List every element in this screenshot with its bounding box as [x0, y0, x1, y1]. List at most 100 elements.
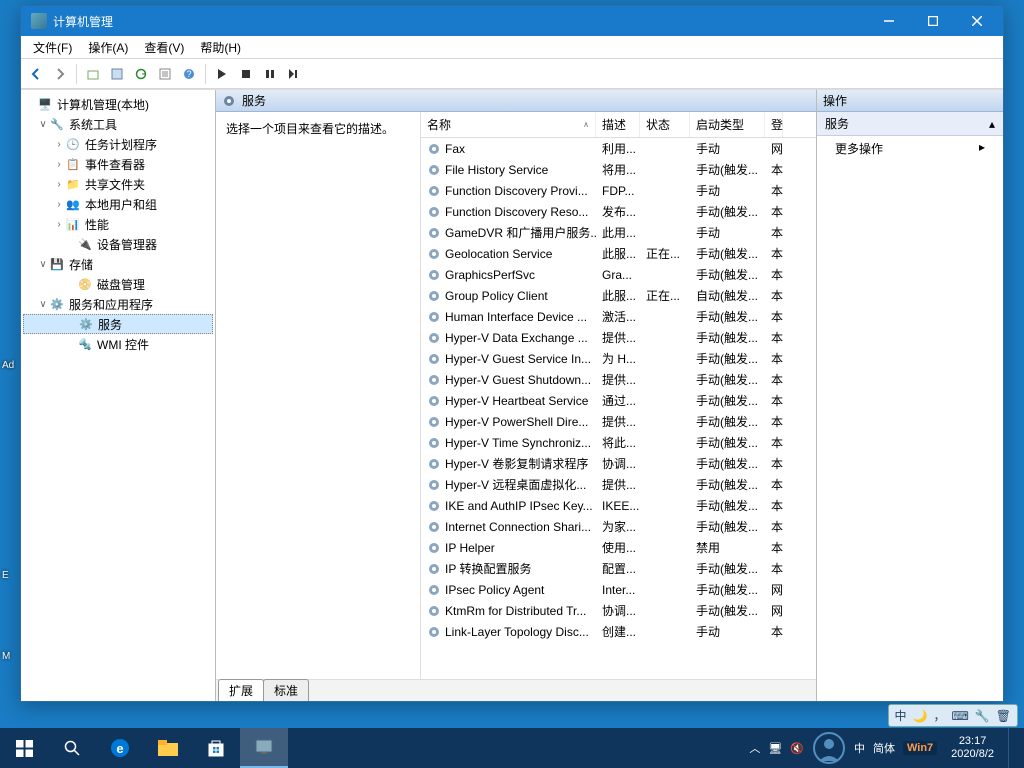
tree-system-tools[interactable]: ∨🔧系统工具 — [23, 114, 213, 134]
service-row[interactable]: Hyper-V 卷影复制请求程序协调...手动(触发...本 — [421, 453, 816, 474]
system-tray[interactable]: ︿ 🖥 🔇 中 简体 Win7 23:17 2020/8/2 — [739, 728, 1024, 768]
tree-task-scheduler[interactable]: ›🕒任务计划程序 — [23, 134, 213, 154]
col-name[interactable]: 名称∧ — [421, 112, 596, 137]
ime-settings-icon[interactable]: 🔧 — [975, 709, 990, 723]
tree-disk-mgmt[interactable]: 📀磁盘管理 — [23, 274, 213, 294]
ime-comma-icon[interactable]: ， — [933, 707, 945, 724]
col-logon[interactable]: 登 — [765, 112, 783, 137]
service-row[interactable]: Hyper-V Guest Service In...为 H...手动(触发..… — [421, 348, 816, 369]
tree-event-viewer[interactable]: ›📋事件查看器 — [23, 154, 213, 174]
service-row[interactable]: Function Discovery Provi...FDP...手动本 — [421, 180, 816, 201]
service-row[interactable]: Fax利用...手动网 — [421, 138, 816, 159]
cell-desc: 提供... — [596, 329, 640, 346]
tree-device-manager[interactable]: 🔌设备管理器 — [23, 234, 213, 254]
refresh-button[interactable] — [130, 63, 152, 85]
taskbar-store[interactable] — [192, 728, 240, 768]
tray-ime2[interactable]: 简体 — [873, 740, 895, 756]
cell-logon: 本 — [765, 392, 783, 409]
stop-service-button[interactable] — [235, 63, 257, 85]
services-list[interactable]: 名称∧ 描述 状态 启动类型 登 Fax利用...手动网File History… — [421, 112, 816, 679]
col-desc[interactable]: 描述 — [596, 112, 640, 137]
properties-button[interactable] — [106, 63, 128, 85]
tree-wmi[interactable]: 🔩WMI 控件 — [23, 334, 213, 354]
menu-file[interactable]: 文件(F) — [25, 37, 80, 58]
service-row[interactable]: Group Policy Client此服...正在...自动(触发...本 — [421, 285, 816, 306]
tab-standard[interactable]: 标准 — [263, 679, 309, 701]
menu-view[interactable]: 查看(V) — [136, 37, 192, 58]
minimize-button[interactable] — [867, 7, 911, 35]
taskbar-mmc[interactable] — [240, 728, 288, 768]
close-button[interactable] — [955, 7, 999, 35]
restart-service-button[interactable] — [283, 63, 305, 85]
desktop-icon-ad[interactable]: Ad — [2, 360, 20, 371]
forward-button[interactable] — [49, 63, 71, 85]
service-row[interactable]: Link-Layer Topology Disc...创建...手动本 — [421, 621, 816, 642]
titlebar[interactable]: 计算机管理 — [21, 6, 1003, 36]
ime-moon-icon[interactable]: 🌙 — [913, 709, 928, 723]
start-button[interactable] — [0, 728, 48, 768]
export-button[interactable] — [154, 63, 176, 85]
ime-toolbar[interactable]: 中 🌙 ， ⌨ 🔧 🗑 — [888, 704, 1019, 727]
tree-local-users[interactable]: ›👥本地用户和组 — [23, 194, 213, 214]
service-row[interactable]: GraphicsPerfSvcGra...手动(触发...本 — [421, 264, 816, 285]
cell-startup: 手动(触发... — [690, 581, 765, 598]
start-service-button[interactable] — [211, 63, 233, 85]
menu-help[interactable]: 帮助(H) — [192, 37, 249, 58]
taskbar-edge[interactable]: e — [96, 728, 144, 768]
show-desktop-button[interactable] — [1008, 728, 1014, 768]
col-state[interactable]: 状态 — [640, 112, 690, 137]
service-row[interactable]: Function Discovery Reso...发布...手动(触发...本 — [421, 201, 816, 222]
service-row[interactable]: IKE and AuthIP IPsec Key...IKEE...手动(触发.… — [421, 495, 816, 516]
desktop-icon-e[interactable]: E — [2, 570, 20, 581]
taskbar-explorer[interactable] — [144, 728, 192, 768]
pause-service-button[interactable] — [259, 63, 281, 85]
tree-services-apps[interactable]: ∨⚙️服务和应用程序 — [23, 294, 213, 314]
service-row[interactable]: Human Interface Device ...激活...手动(触发...本 — [421, 306, 816, 327]
tree-storage[interactable]: ∨💾存储 — [23, 254, 213, 274]
service-row[interactable]: Hyper-V Data Exchange ...提供...手动(触发...本 — [421, 327, 816, 348]
service-row[interactable]: Hyper-V Heartbeat Service通过...手动(触发...本 — [421, 390, 816, 411]
tray-volume-icon[interactable]: 🔇 — [790, 742, 804, 755]
tray-user-icon[interactable] — [812, 731, 846, 765]
tree-shared-folders[interactable]: ›📁共享文件夹 — [23, 174, 213, 194]
service-row[interactable]: Hyper-V 远程桌面虚拟化...提供...手动(触发...本 — [421, 474, 816, 495]
service-row[interactable]: Internet Connection Shari...为家...手动(触发..… — [421, 516, 816, 537]
navigation-tree[interactable]: 🖥️计算机管理(本地) ∨🔧系统工具 ›🕒任务计划程序 ›📋事件查看器 ›📁共享… — [21, 90, 216, 701]
service-row[interactable]: IP 转换配置服务配置...手动(触发...本 — [421, 558, 816, 579]
taskbar-clock[interactable]: 23:17 2020/8/2 — [945, 735, 1000, 761]
ime-keyboard-icon[interactable]: ⌨ — [951, 709, 968, 723]
search-button[interactable] — [48, 728, 96, 768]
taskbar[interactable]: e ︿ 🖥 🔇 中 简体 Win7 23:17 2020/8/2 — [0, 728, 1024, 768]
center-panel: 服务 选择一个项目来查看它的描述。 名称∧ 描述 状态 启动类型 登 Fax利用… — [216, 90, 817, 701]
service-row[interactable]: Hyper-V Guest Shutdown...提供...手动(触发...本 — [421, 369, 816, 390]
tree-root[interactable]: 🖥️计算机管理(本地) — [23, 94, 213, 114]
ime-trash-icon[interactable]: 🗑 — [996, 709, 1011, 723]
back-button[interactable] — [25, 63, 47, 85]
service-row[interactable]: Geolocation Service此服...正在...手动(触发...本 — [421, 243, 816, 264]
service-row[interactable]: IPsec Policy AgentInter...手动(触发...网 — [421, 579, 816, 600]
tray-chevron-icon[interactable]: ︿ — [749, 740, 760, 756]
menu-action[interactable]: 操作(A) — [80, 37, 136, 58]
service-row[interactable]: Hyper-V PowerShell Dire...提供...手动(触发...本 — [421, 411, 816, 432]
tree-performance[interactable]: ›📊性能 — [23, 214, 213, 234]
list-header[interactable]: 名称∧ 描述 状态 启动类型 登 — [421, 112, 816, 138]
desktop-icon-m[interactable]: M — [2, 651, 20, 662]
tray-network-icon[interactable]: 🖥 — [768, 742, 782, 755]
tree-services[interactable]: ⚙️服务 — [23, 314, 213, 334]
service-row[interactable]: KtmRm for Distributed Tr...协调...手动(触发...… — [421, 600, 816, 621]
actions-section[interactable]: 服务▴ — [817, 112, 1003, 136]
service-row[interactable]: Hyper-V Time Synchroniz...将此...手动(触发...本 — [421, 432, 816, 453]
col-startup[interactable]: 启动类型 — [690, 112, 765, 137]
ime-mode[interactable]: 中 — [895, 707, 907, 724]
help-button[interactable]: ? — [178, 63, 200, 85]
tab-extended[interactable]: 扩展 — [218, 679, 264, 701]
cell-name: Link-Layer Topology Disc... — [421, 625, 596, 639]
up-button[interactable] — [82, 63, 104, 85]
service-row[interactable]: IP Helper使用...禁用本 — [421, 537, 816, 558]
maximize-button[interactable] — [911, 7, 955, 35]
action-more[interactable]: 更多操作▸ — [817, 136, 1003, 161]
tray-ime1[interactable]: 中 — [854, 740, 865, 756]
service-row[interactable]: File History Service将用...手动(触发...本 — [421, 159, 816, 180]
service-row[interactable]: GameDVR 和广播用户服务...此用...手动本 — [421, 222, 816, 243]
cell-startup: 手动(触发... — [690, 560, 765, 577]
